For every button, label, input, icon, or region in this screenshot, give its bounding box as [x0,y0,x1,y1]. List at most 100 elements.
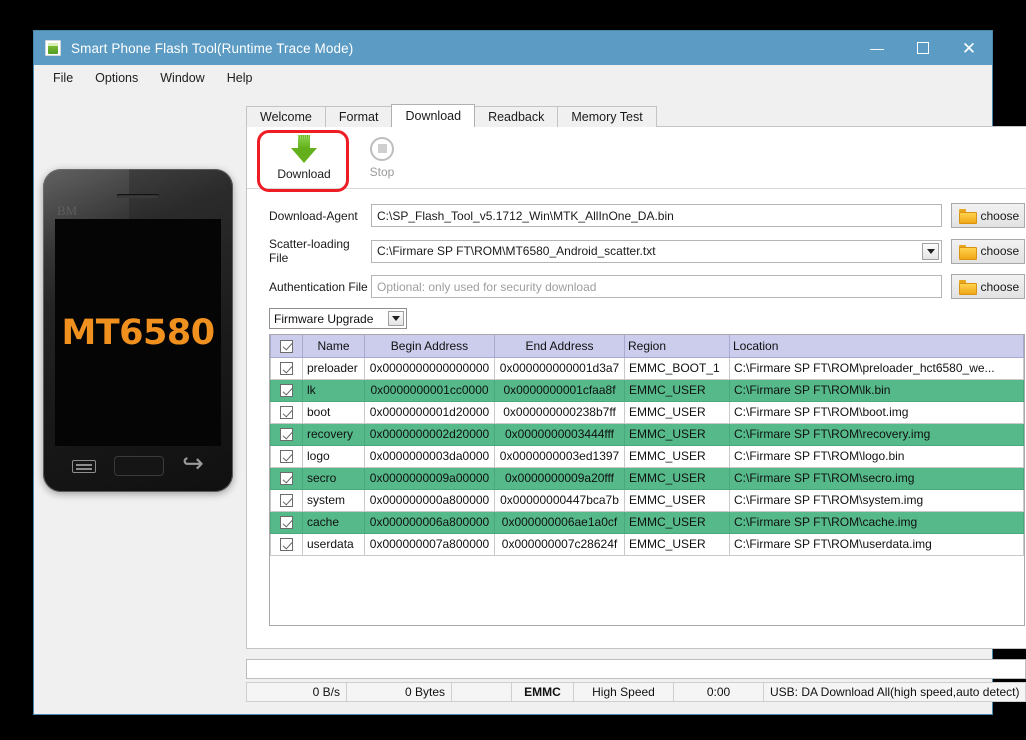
table-row[interactable]: userdata 0x000000007a800000 0x000000007c… [270,532,1025,556]
authentication-file-input[interactable]: Optional: only used for security downloa… [371,275,943,298]
row-checkbox[interactable] [280,450,293,464]
authentication-file-choose-button[interactable]: choose [951,274,1026,299]
download-mode-value: Firmware Upgrade [274,311,374,326]
row-checkbox[interactable] [280,406,293,420]
tab-memory-test[interactable]: Memory Test [557,106,657,127]
window-title: Smart Phone Flash Tool(Runtime Trace Mod… [71,40,354,56]
download-agent-row: Download-Agent C:\SP_Flash_Tool_v5.1712_… [269,203,1026,228]
row-begin-address: 0x000000006a800000 [364,510,495,534]
scatter-file-choose-button[interactable]: choose [951,238,1026,264]
row-name: logo [302,444,365,468]
download-arrow-icon [291,134,317,163]
scatter-file-input[interactable]: C:\Firmare SP FT\ROM\MT6580_Android_scat… [371,239,943,263]
row-checkbox-cell[interactable] [270,532,303,556]
title-bar: Smart Phone Flash Tool(Runtime Trace Mod… [34,31,992,65]
flash-tool-icon [45,40,61,56]
partition-table-body: preloader 0x0000000000000000 0x000000000… [270,356,1025,556]
status-bar: 0 B/s 0 Bytes EMMC High Speed 0:00 USB: … [246,682,1026,702]
row-checkbox-cell[interactable] [270,378,303,402]
chevron-down-icon[interactable] [388,311,404,326]
phone-screen: MT6580 [55,219,221,446]
tab-download[interactable]: Download [391,104,476,127]
download-agent-choose-button[interactable]: choose [951,203,1026,228]
row-name: boot [302,400,365,424]
menu-item-help[interactable]: Help [216,68,264,88]
minimize-icon[interactable]: — [854,31,900,65]
download-agent-label: Download-Agent [269,208,358,223]
table-row[interactable]: cache 0x000000006a800000 0x000000006ae1a… [270,510,1025,534]
scatter-file-label: Scatter-loading File [269,237,350,265]
row-checkbox-cell[interactable] [270,356,303,380]
table-row[interactable]: preloader 0x0000000000000000 0x000000000… [270,356,1025,380]
table-row[interactable]: secro 0x0000000009a00000 0x0000000009a20… [270,466,1025,490]
row-checkbox[interactable] [280,428,293,442]
table-row[interactable]: logo 0x0000000003da0000 0x0000000003ed13… [270,444,1025,468]
partition-table[interactable]: Name Begin Address End Address Region Lo… [269,334,1026,626]
table-row[interactable]: boot 0x0000000001d20000 0x000000000238b7… [270,400,1025,424]
stop-button-label: Stop [369,164,395,179]
row-location: C:\Firmare SP FT\ROM\secro.img [728,466,1025,490]
stop-circle-icon [370,136,394,161]
maximize-icon[interactable] [900,31,946,65]
row-checkbox-cell[interactable] [270,510,303,534]
row-region: EMMC_USER [624,422,730,446]
menu-button-icon [72,459,96,473]
header-region: Region [624,335,730,358]
row-checkbox[interactable] [280,538,293,552]
tab-format[interactable]: Format [324,106,393,127]
close-icon[interactable]: ✕ [946,31,992,65]
stop-button[interactable]: Stop [343,130,421,186]
row-name: secro [302,466,365,490]
select-all-checkbox[interactable] [280,339,293,353]
row-checkbox[interactable] [280,384,293,398]
download-button-label: Download [277,166,331,181]
row-location: C:\Firmare SP FT\ROM\lk.bin [728,378,1025,402]
row-region: EMMC_USER [624,488,730,512]
tab-readback[interactable]: Readback [474,106,559,127]
row-region: EMMC_USER [624,532,730,556]
row-checkbox-cell[interactable] [270,444,303,468]
row-begin-address: 0x0000000009a00000 [364,466,495,490]
row-region: EMMC_USER [624,466,730,490]
header-begin-address: Begin Address [364,335,495,358]
status-blank [452,683,512,701]
header-select-all[interactable] [270,335,303,358]
table-header-row: Name Begin Address End Address Region Lo… [270,335,1025,358]
row-checkbox-cell[interactable] [270,422,303,446]
menu-item-window[interactable]: Window [149,68,215,88]
row-checkbox-cell[interactable] [270,400,303,424]
row-checkbox[interactable] [280,494,293,508]
header-end-address: End Address [494,335,625,358]
menu-item-options[interactable]: Options [84,68,149,88]
table-row[interactable]: system 0x000000000a800000 0x00000000447b… [270,488,1025,512]
row-name: preloader [302,356,365,380]
row-checkbox-cell[interactable] [270,488,303,512]
row-end-address: 0x000000000238b7ff [494,400,625,424]
menu-item-file[interactable]: File [42,68,84,88]
download-mode-select[interactable]: Firmware Upgrade [269,308,407,329]
chevron-down-icon[interactable] [922,242,940,260]
status-bytes: 0 Bytes [347,683,452,701]
row-end-address: 0x0000000003ed1397 [494,444,625,468]
table-row[interactable]: recovery 0x0000000002d20000 0x0000000003… [270,422,1025,446]
row-location: C:\Firmare SP FT\ROM\boot.img [728,400,1025,424]
window-controls: — ✕ [854,31,992,65]
status-connection: USB: DA Download All(high speed,auto det… [770,685,1020,699]
device-illustration-pane: BM MT6580 [34,91,246,714]
download-agent-input[interactable]: C:\SP_Flash_Tool_v5.1712_Win\MTK_AllInOn… [371,204,943,227]
status-elapsed: 0:00 [674,683,764,701]
row-end-address: 0x000000007c28624f [494,532,625,556]
status-link-speed: High Speed [574,683,674,701]
table-row[interactable]: lk 0x0000000001cc0000 0x0000000001cfaa8f… [270,378,1025,402]
row-checkbox[interactable] [280,516,293,530]
row-location: C:\Firmare SP FT\ROM\preloader_hct6580_w… [728,356,1025,380]
row-name: recovery [302,422,365,446]
screen: Smart Phone Flash Tool(Runtime Trace Mod… [0,0,1026,740]
row-checkbox[interactable] [280,362,293,376]
row-region: EMMC_BOOT_1 [624,356,730,380]
row-checkbox-cell[interactable] [270,466,303,490]
home-button-icon [114,456,164,476]
row-checkbox[interactable] [280,472,293,486]
download-button[interactable]: Download [265,130,343,186]
tab-welcome[interactable]: Welcome [246,106,326,127]
